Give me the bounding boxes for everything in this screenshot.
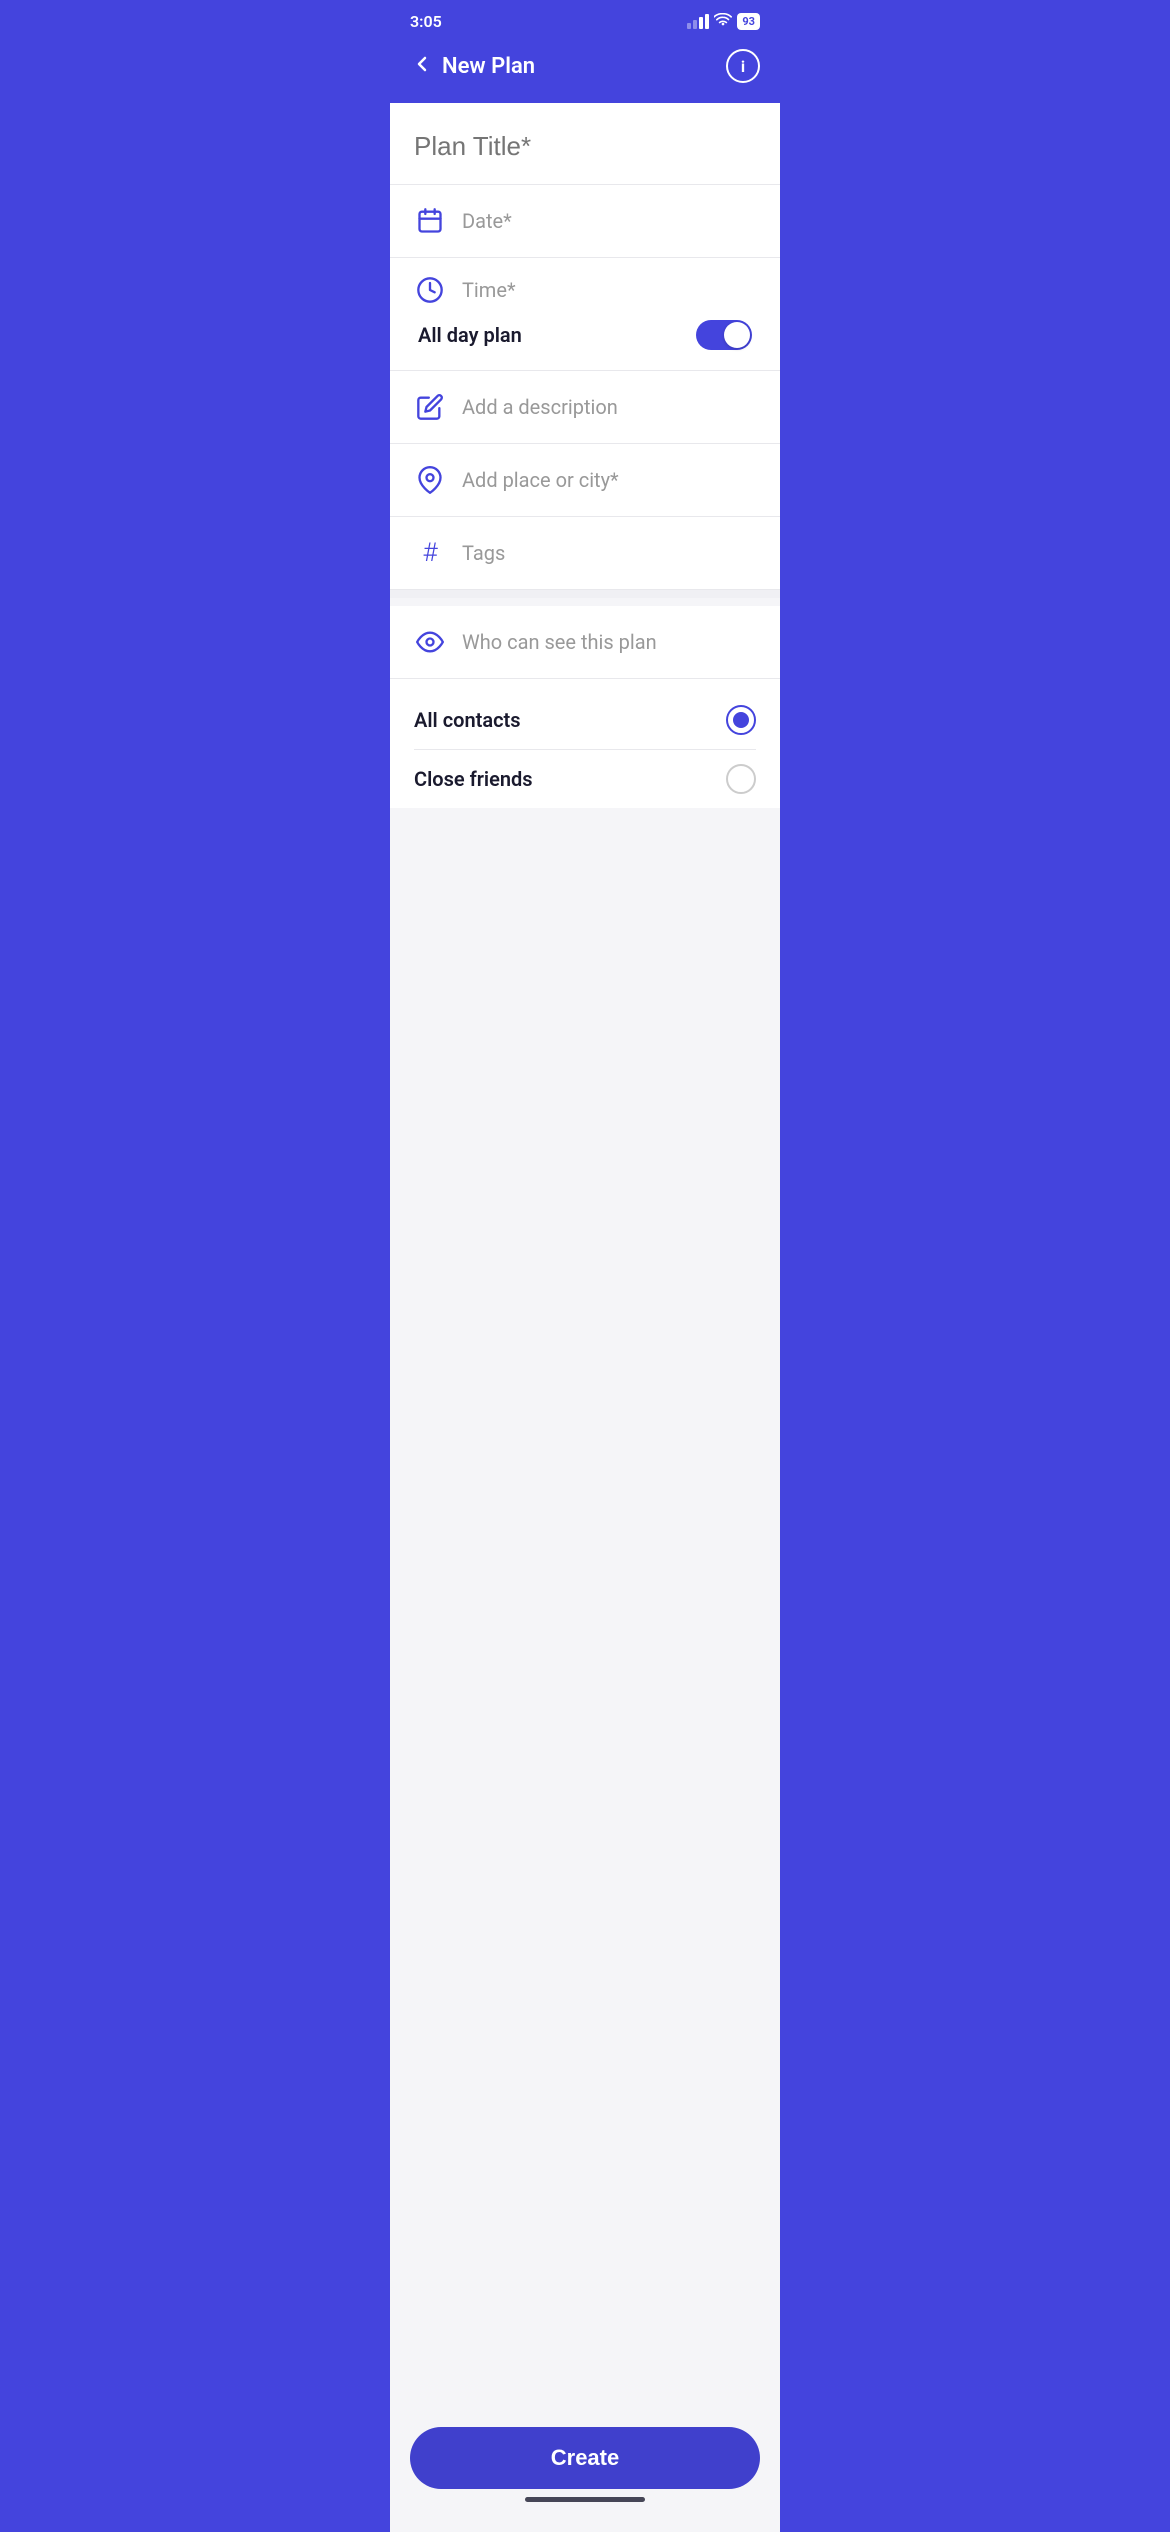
signal-icon — [687, 14, 709, 29]
plan-title-input[interactable] — [414, 131, 756, 162]
all-contacts-label: All contacts — [414, 708, 521, 732]
wifi-icon — [714, 13, 732, 31]
info-button[interactable]: i — [726, 49, 760, 83]
visibility-section: Who can see this plan All contacts Close… — [390, 606, 780, 808]
tags-row[interactable]: # Tags — [390, 517, 780, 590]
date-label: Date* — [462, 209, 756, 233]
date-row[interactable]: Date* — [390, 185, 780, 258]
close-friends-label: Close friends — [414, 767, 533, 791]
all-day-toggle[interactable] — [696, 320, 752, 350]
content-area: Date* Time* All day plan — [390, 103, 780, 2515]
info-icon: i — [741, 57, 745, 76]
visibility-options: All contacts Close friends — [390, 679, 780, 808]
location-icon — [414, 464, 446, 496]
calendar-icon — [414, 205, 446, 237]
visibility-icon — [414, 626, 446, 658]
place-row[interactable]: Add place or city* — [390, 444, 780, 517]
create-button[interactable]: Create — [410, 2427, 760, 2489]
toggle-thumb — [724, 322, 750, 348]
time-label: Time* — [462, 278, 756, 302]
tags-label: Tags — [462, 541, 756, 565]
status-bar: 3:05 93 — [390, 0, 780, 39]
plan-title-field — [390, 103, 780, 185]
status-icons: 93 — [687, 13, 760, 31]
page-title: New Plan — [442, 54, 535, 79]
edit-icon — [414, 391, 446, 423]
visibility-header-row: Who can see this plan — [390, 606, 780, 679]
back-button[interactable] — [410, 52, 434, 81]
home-bar — [525, 2497, 645, 2502]
all-day-label: All day plan — [418, 323, 522, 347]
clock-icon — [414, 274, 446, 306]
place-label: Add place or city* — [462, 468, 756, 492]
visibility-option-all-contacts[interactable]: All contacts — [414, 691, 756, 750]
visibility-option-close-friends[interactable]: Close friends — [414, 750, 756, 808]
time-section: Time* All day plan — [390, 258, 780, 371]
description-label: Add a description — [462, 395, 756, 419]
hash-icon: # — [414, 537, 446, 569]
header-left: New Plan — [410, 52, 535, 81]
status-time: 3:05 — [410, 12, 442, 31]
bottom-bar: Create — [390, 2415, 780, 2532]
all-day-row: All day plan — [414, 320, 756, 350]
all-contacts-radio[interactable] — [726, 705, 756, 735]
battery-indicator: 93 — [737, 13, 760, 30]
header: New Plan i — [390, 39, 780, 103]
divider — [390, 590, 780, 598]
time-row[interactable]: Time* — [414, 274, 756, 306]
description-row[interactable]: Add a description — [390, 371, 780, 444]
close-friends-radio[interactable] — [726, 764, 756, 794]
plan-title-section: Date* Time* All day plan — [390, 103, 780, 590]
radio-inner-selected — [733, 712, 749, 728]
visibility-label: Who can see this plan — [462, 630, 657, 654]
home-indicator — [410, 2489, 760, 2502]
